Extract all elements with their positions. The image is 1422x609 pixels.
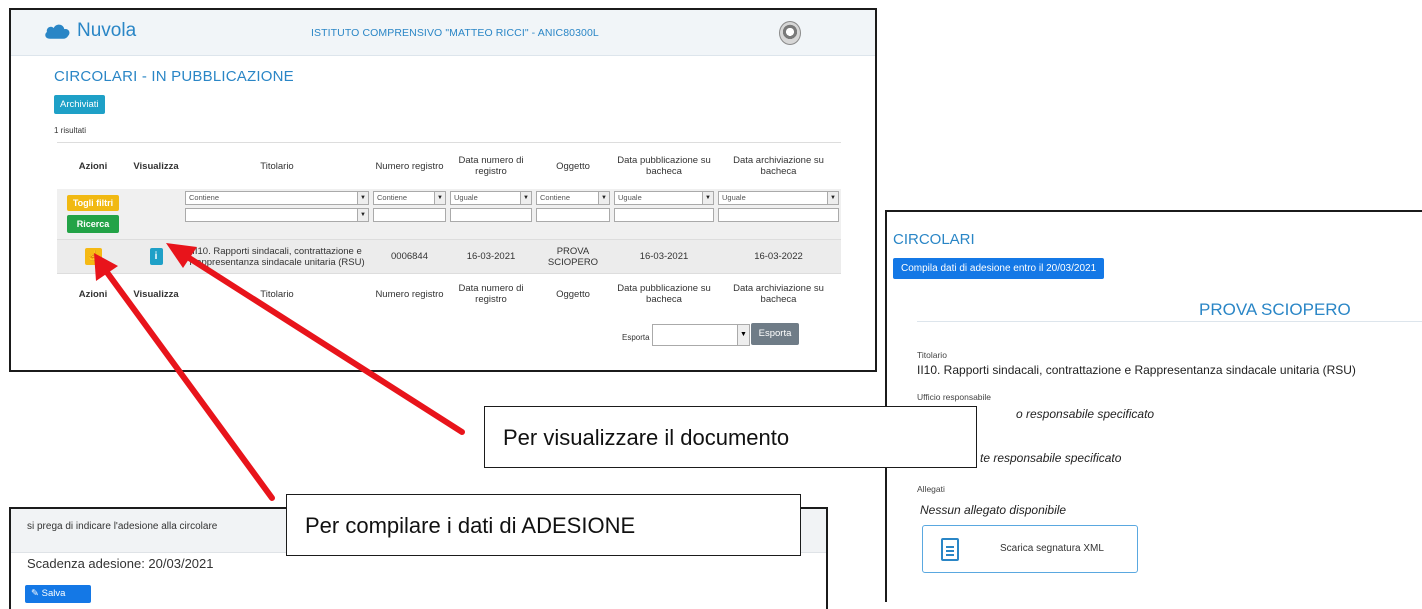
select-value: Contiene: [540, 193, 571, 202]
col-data-numero-registro[interactable]: Data numero di registro: [448, 142, 534, 189]
data-numero-filter-input[interactable]: [450, 208, 532, 222]
foot-azioni: Azioni: [57, 273, 129, 314]
export-label: Esporta: [622, 333, 650, 342]
circolari-list-panel: Nuvola ISTITUTO COMPRENSIVO "MATTEO RICC…: [9, 8, 877, 372]
foot-titolario: Titolario: [183, 273, 371, 314]
republic-emblem-icon: [779, 21, 801, 45]
chevron-down-icon: ▼: [702, 192, 713, 204]
titolario-label: Titolario: [917, 350, 947, 360]
hand-pointer-icon[interactable]: ☝: [84, 248, 102, 265]
titolario-filter-select-2[interactable]: ▼: [185, 208, 369, 222]
chevron-down-icon: ▼: [520, 192, 531, 204]
detail-title: CIRCOLARI: [893, 231, 975, 248]
cloud-icon: [45, 24, 70, 39]
school-name: ISTITUTO COMPRENSIVO "MATTEO RICCI" - AN…: [311, 27, 599, 39]
chevron-down-icon[interactable]: ▼: [737, 324, 750, 346]
numero-filter-input[interactable]: [373, 208, 446, 222]
col-numero-registro[interactable]: Numero registro: [371, 142, 448, 189]
foot-oggetto: Oggetto: [534, 273, 612, 314]
document-title: PROVA SCIOPERO: [1199, 300, 1351, 319]
clear-filters-button[interactable]: Togli filtri: [67, 195, 119, 211]
archived-button[interactable]: Archiviati: [54, 95, 105, 114]
document-icon: [941, 538, 959, 561]
col-azioni[interactable]: Azioni: [57, 142, 129, 189]
utente-value: te responsabile specificato: [980, 451, 1122, 465]
cell-data-numero: 16-03-2021: [448, 239, 534, 274]
select-value: Contiene: [377, 193, 408, 202]
select-value: Uguale: [722, 193, 746, 202]
col-data-archiviazione[interactable]: Data archiviazione su bacheca: [716, 142, 841, 189]
cell-data-arch: 16-03-2022: [716, 239, 841, 274]
table-row[interactable]: ☝ i II10. Rapporti sindacali, contrattaz…: [57, 239, 841, 274]
callout-view-document: Per visualizzare il documento: [484, 406, 977, 468]
data-arch-filter-select[interactable]: Uguale ▼: [718, 191, 839, 205]
data-pub-filter-input[interactable]: [614, 208, 714, 222]
compile-adesione-button[interactable]: Compila dati di adesione entro il 20/03/…: [893, 258, 1105, 279]
allegati-value: Nessun allegato disponibile: [920, 503, 1067, 517]
save-label: Salva: [41, 588, 66, 599]
col-titolario[interactable]: Titolario: [183, 142, 371, 189]
cell-data-pub: 16-03-2021: [612, 239, 716, 274]
adesione-note: si prega di indicare l'adesione alla cir…: [27, 521, 218, 532]
export-format-select[interactable]: [652, 324, 738, 346]
titolario-value: II10. Rapporti sindacali, contrattazione…: [917, 363, 1356, 377]
data-arch-filter-input[interactable]: [718, 208, 839, 222]
chevron-down-icon: ▼: [357, 192, 368, 204]
col-data-pubblicazione[interactable]: Data pubblicazione su bacheca: [612, 142, 716, 189]
foot-data-pubblicazione: Data pubblicazione su bacheca: [612, 273, 716, 314]
ufficio-value: o responsabile specificato: [1016, 407, 1155, 421]
col-oggetto[interactable]: Oggetto: [534, 142, 612, 189]
table-header-row: Azioni Visualizza Titolario Numero regis…: [57, 142, 841, 189]
foot-data-archiviazione: Data archiviazione su bacheca: [716, 273, 841, 314]
results-count: 1 risultati: [54, 126, 87, 135]
foot-data-numero-registro: Data numero di registro: [448, 273, 534, 314]
divider: [917, 321, 1422, 322]
foot-numero-registro: Numero registro: [371, 273, 448, 314]
chevron-down-icon: ▼: [598, 192, 609, 204]
download-xml-label: Scarica segnatura XML: [1000, 543, 1104, 554]
select-value: Uguale: [618, 193, 642, 202]
data-numero-filter-select[interactable]: Uguale ▼: [450, 191, 532, 205]
top-bar: Nuvola ISTITUTO COMPRENSIVO "MATTEO RICC…: [11, 10, 875, 56]
select-value: Contiene: [189, 193, 220, 202]
filter-row: Togli filtri Ricerca Contiene ▼ ▼ Contien…: [57, 189, 841, 240]
chevron-down-icon: ▼: [357, 209, 368, 221]
chevron-down-icon: ▼: [827, 192, 838, 204]
ufficio-label: Ufficio responsabile: [917, 392, 992, 402]
oggetto-filter-input[interactable]: [536, 208, 610, 222]
brand-name: Nuvola: [77, 20, 137, 41]
nuvola-logo[interactable]: Nuvola: [44, 20, 136, 42]
data-pub-filter-select[interactable]: Uguale ▼: [614, 191, 714, 205]
numero-filter-select[interactable]: Contiene ▼: [373, 191, 446, 205]
titolario-filter-select[interactable]: Contiene ▼: [185, 191, 369, 205]
info-icon[interactable]: i: [149, 248, 163, 265]
select-value: Uguale: [454, 193, 478, 202]
chevron-down-icon: ▼: [434, 192, 445, 204]
circolari-table: Azioni Visualizza Titolario Numero regis…: [57, 142, 841, 314]
search-button[interactable]: Ricerca: [67, 215, 119, 233]
cell-numero: 0006844: [371, 239, 448, 274]
table-footer-row: Azioni Visualizza Titolario Numero regis…: [57, 273, 841, 314]
oggetto-filter-select[interactable]: Contiene ▼: [536, 191, 610, 205]
allegati-label: Allegati: [917, 484, 945, 494]
cell-oggetto: PROVA SCIOPERO: [534, 239, 612, 274]
col-visualizza[interactable]: Visualizza: [129, 142, 183, 189]
edit-icon: ✎: [31, 588, 42, 599]
callout-compile-adesione: Per compilare i dati di ADESIONE: [286, 494, 801, 556]
save-button[interactable]: ✎ Salva: [25, 585, 91, 603]
export-button[interactable]: Esporta: [751, 323, 799, 345]
page-title: CIRCOLARI - IN PUBBLICAZIONE: [54, 68, 294, 85]
foot-visualizza: Visualizza: [129, 273, 183, 314]
cell-titolario: II10. Rapporti sindacali, contrattazione…: [183, 239, 371, 274]
download-xml-button[interactable]: Scarica segnatura XML: [922, 525, 1138, 573]
adesione-deadline: Scadenza adesione: 20/03/2021: [27, 556, 214, 571]
